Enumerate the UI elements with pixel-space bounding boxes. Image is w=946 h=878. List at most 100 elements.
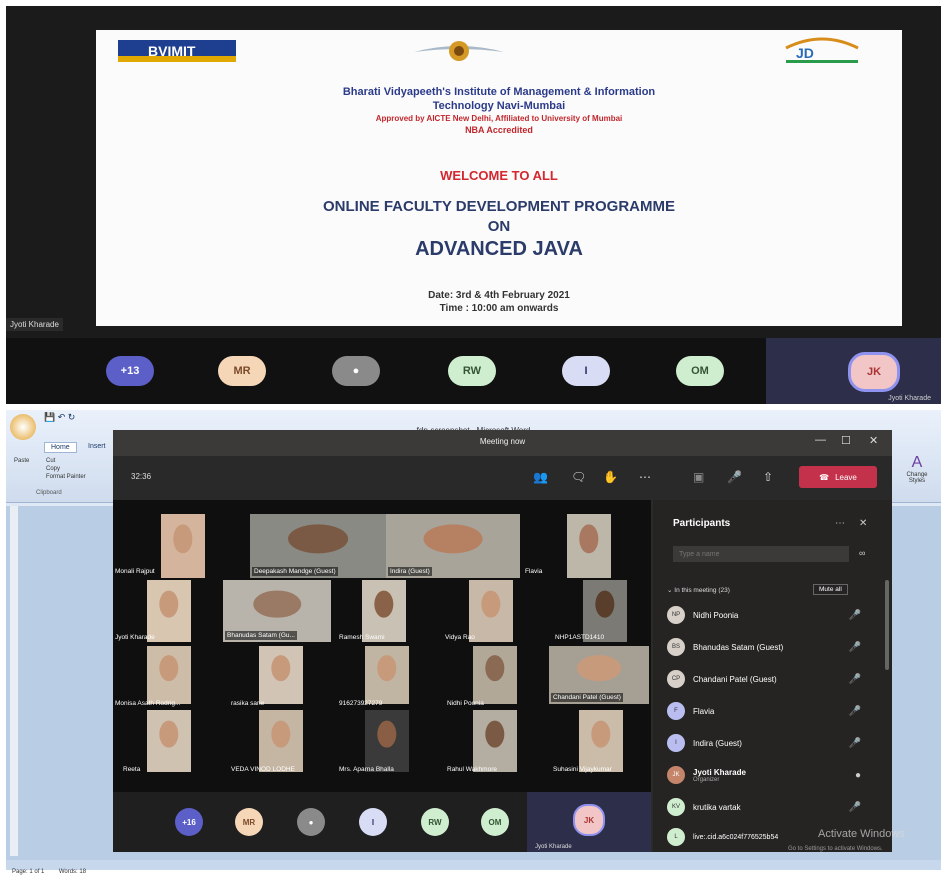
change-styles-button[interactable]: A Change Styles xyxy=(902,454,932,484)
video-tile[interactable] xyxy=(362,580,406,642)
participant-row[interactable]: JK Jyoti Kharade Organizer ● xyxy=(667,764,877,786)
video-tile[interactable]: Bhanudas Satam (Gu... xyxy=(223,580,331,642)
panel-more-icon[interactable]: ⋯ xyxy=(835,518,845,529)
in-meeting-section[interactable]: ⌄ In this meeting (23) xyxy=(667,586,730,594)
more-options-icon[interactable]: ⋯ xyxy=(639,470,651,484)
maximize-icon[interactable]: ☐ xyxy=(841,434,851,447)
participant-avatar: NP xyxy=(667,606,685,624)
tab-insert[interactable]: Insert xyxy=(88,443,106,450)
video-tile[interactable] xyxy=(147,646,191,704)
meeting-title: Meeting now xyxy=(479,437,526,446)
cut-button[interactable]: Cut xyxy=(46,458,55,464)
phone-icon: ☎ xyxy=(819,472,830,482)
video-tile[interactable]: Deepakash Mandge (Guest) xyxy=(250,514,386,578)
self-avatar: JK xyxy=(573,804,605,836)
avatar-person-icon[interactable]: ● xyxy=(332,356,380,386)
tile-label: Vidya Rao xyxy=(445,634,475,641)
format-painter-button[interactable]: Format Painter xyxy=(46,474,86,480)
mic-off-icon[interactable]: 🎤 xyxy=(727,470,742,484)
top-meeting-view: BVIMIT JD Bharati Vidyapeeth's Institute… xyxy=(6,6,941,404)
participant-row[interactable]: I Indira (Guest) 🎤 xyxy=(667,732,877,754)
participant-avatar: JK xyxy=(667,766,685,784)
tile-label: Nidhi Poonia xyxy=(447,700,484,707)
participant-search-input[interactable] xyxy=(673,546,849,562)
mic-muted-icon: 🎤 xyxy=(848,801,861,813)
avatar-person-icon[interactable]: ● xyxy=(297,808,325,836)
participant-role: Organizer xyxy=(693,776,720,783)
share-icon[interactable]: ⇧ xyxy=(763,470,773,484)
video-tile[interactable] xyxy=(161,514,205,578)
avatar-mr[interactable]: MR xyxy=(235,808,263,836)
chat-icon[interactable]: 🗨 xyxy=(571,470,586,484)
tile-label: VEDA VINOD LODHE xyxy=(231,766,295,773)
close-icon[interactable]: ✕ xyxy=(869,434,878,447)
video-tile[interactable] xyxy=(583,580,627,642)
participant-row[interactable]: BS Bhanudas Satam (Guest) 🎤 xyxy=(667,636,877,658)
participant-row[interactable]: F Flavia 🎤 xyxy=(667,700,877,722)
share-invite-icon[interactable]: ∞ xyxy=(859,548,865,558)
video-tile[interactable] xyxy=(365,646,409,704)
video-tile[interactable] xyxy=(259,646,303,704)
participant-row[interactable]: KV krutika vartak 🎤 xyxy=(667,796,877,818)
self-avatar: JK xyxy=(848,352,900,392)
tile-label: Monali Rajput xyxy=(115,568,155,575)
copy-button[interactable]: Copy xyxy=(46,466,60,472)
nba-text: NBA Accredited xyxy=(465,125,533,135)
self-tile[interactable]: JK Jyoti Kharade xyxy=(527,792,651,852)
video-tile[interactable] xyxy=(473,646,517,704)
tile-label: Chandani Patel (Guest) xyxy=(551,693,623,702)
video-tile[interactable]: Chandani Patel (Guest) xyxy=(549,646,649,704)
meeting-timer: 32:36 xyxy=(131,472,152,481)
video-tile[interactable] xyxy=(579,710,623,772)
leave-button[interactable]: ☎ Leave xyxy=(799,466,877,488)
overflow-count[interactable]: +16 xyxy=(175,808,203,836)
bvimit-logo: BVIMIT xyxy=(118,36,248,66)
video-tile[interactable] xyxy=(147,580,191,642)
video-tile[interactable] xyxy=(469,580,513,642)
word-status-bar: Page: 1 of 1 Words: 18 xyxy=(6,860,941,875)
panel-close-icon[interactable]: ✕ xyxy=(859,518,867,529)
raise-hand-icon[interactable]: ✋ xyxy=(603,470,618,484)
video-tile[interactable]: Indira (Guest) xyxy=(386,514,520,578)
program-title: ONLINE FACULTY DEVELOPMENT PROGRAMME xyxy=(323,198,675,215)
camera-icon[interactable]: ▣ xyxy=(693,470,704,484)
partner-logo: JD xyxy=(776,34,868,66)
tile-label: Indira (Guest) xyxy=(388,567,432,576)
overflow-count[interactable]: +13 xyxy=(106,356,154,386)
avatar-i[interactable]: I xyxy=(562,356,610,386)
participant-name: Nidhi Poonia xyxy=(693,610,739,620)
video-tile[interactable] xyxy=(567,514,611,578)
video-tile[interactable] xyxy=(365,710,409,772)
minimize-icon[interactable]: — xyxy=(815,434,826,446)
panel-scrollbar[interactable] xyxy=(885,580,889,670)
avatar-mr[interactable]: MR xyxy=(218,356,266,386)
clipboard-group: Clipboard xyxy=(36,490,62,496)
avatar-rw[interactable]: RW xyxy=(421,808,449,836)
mute-all-button[interactable]: Mute all xyxy=(813,584,848,595)
tab-home[interactable]: Home xyxy=(44,442,77,453)
avatar-i[interactable]: I xyxy=(359,808,387,836)
video-tile[interactable] xyxy=(147,710,191,772)
participants-icon[interactable]: 👥 xyxy=(533,470,548,484)
mic-muted-icon: 🎤 xyxy=(848,641,861,653)
video-tile[interactable] xyxy=(473,710,517,772)
activate-windows-watermark: Activate Windows xyxy=(818,828,905,840)
presenter-label: Jyoti Kharade xyxy=(6,318,63,331)
paste-button[interactable]: Paste xyxy=(14,458,29,464)
tile-label: Mrs. Aparna Bhalla xyxy=(339,766,394,773)
panel-title: Participants xyxy=(673,518,731,529)
avatar-om[interactable]: OM xyxy=(676,356,724,386)
quick-access-icon[interactable]: 💾 ↶ ↻ xyxy=(44,412,75,423)
avatar-om[interactable]: OM xyxy=(481,808,509,836)
participant-row[interactable]: CP Chandani Patel (Guest) 🎤 xyxy=(667,668,877,690)
topic-title: ADVANCED JAVA xyxy=(415,238,583,260)
participant-row[interactable]: NP Nidhi Poonia 🎤 xyxy=(667,604,877,626)
video-tile[interactable] xyxy=(259,710,303,772)
logo-text: BVIMIT xyxy=(148,43,196,59)
tile-label: Monisa Asath Rodrig... xyxy=(115,700,181,707)
avatar-rw[interactable]: RW xyxy=(448,356,496,386)
participant-name: Jyoti Kharade xyxy=(693,767,746,777)
self-tile-top[interactable]: JK Jyoti Kharade xyxy=(766,338,941,404)
participant-avatar: I xyxy=(667,734,685,752)
tile-label: Flavia xyxy=(525,568,543,575)
